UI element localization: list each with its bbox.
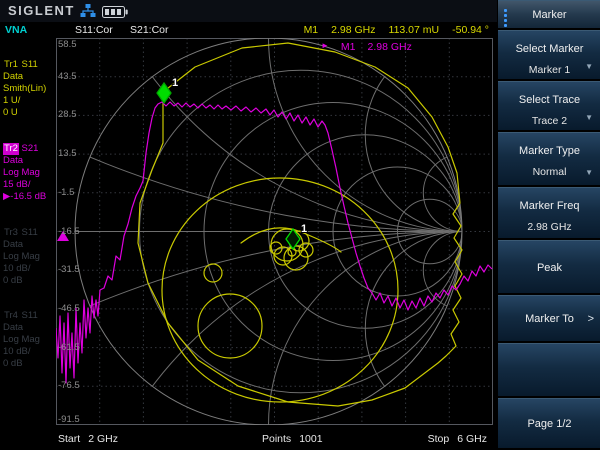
start-value: 2 GHz (88, 433, 118, 445)
trace-annotation-tr3: Tr3 S11DataLog Mag10 dB/0 dB (3, 227, 40, 287)
trace1-marker-phase: -50.94 ° (452, 24, 489, 36)
siglent-logo: SIGLENT (8, 3, 75, 18)
trace-id: Tr4 S11 (3, 310, 40, 322)
y-axis-label: 43.5 (58, 71, 77, 82)
dropdown-caret-icon: ▼ (585, 113, 593, 122)
trace-annotation-tr1[interactable]: Tr1 S11DataSmith(Lin)1 U/0 U (3, 59, 46, 119)
trace-setting: 0 U (3, 107, 46, 119)
trace-setting: Log Mag (3, 334, 40, 346)
trace-setting: 10 dB/ (3, 346, 40, 358)
trace-setting: Log Mag (3, 251, 40, 263)
menu-button-label (498, 344, 600, 365)
trace-annotation-tr4: Tr4 S11DataLog Mag10 dB/0 dB (3, 310, 40, 370)
sweep-points: Points 1001 (262, 433, 323, 445)
top-bar: SIGLENT (0, 0, 497, 22)
trace-setting: Log Mag (3, 167, 46, 179)
menu-dots-icon (504, 9, 507, 27)
y-axis-label: -16.5 (58, 226, 80, 237)
trace-setting: 1 U/ (3, 95, 46, 107)
trace1-marker-mag: 113.07 mU (389, 24, 440, 36)
trace1-marker-readout: M1 2.98 GHz 113.07 mU -50.94 ° (304, 24, 489, 36)
trace-setting: Data (3, 155, 46, 167)
plot-area: 11 58.543.528.513.5-1.5-16.5-31.5-46.5-6… (56, 38, 493, 425)
mode-label: VNA (5, 24, 27, 36)
y-axis-label: 13.5 (58, 148, 77, 159)
menu-button-label: Marker Freq (498, 188, 600, 212)
sweep-start: Start 2 GHz (58, 433, 118, 445)
menu-button-label: Select Trace (498, 82, 600, 106)
y-axis-label: -61.5 (58, 342, 80, 353)
submenu-arrow-icon: > (588, 313, 594, 325)
menu-button-label: Marker Type (498, 133, 600, 157)
trace-annotation-tr2[interactable]: Tr2 S21DataLog Mag15 dB/▶-16.5 dB (3, 143, 46, 203)
menu-button-marker-type[interactable]: Marker TypeNormal▼ (498, 132, 600, 187)
dropdown-caret-icon: ▼ (585, 62, 593, 71)
points-label: Points (262, 433, 291, 445)
menu-button-blank (498, 343, 600, 398)
y-axis-label: 28.5 (58, 109, 77, 120)
battery-icon (102, 5, 128, 23)
trace-setting: ▶-16.5 dB (3, 191, 46, 203)
points-value: 1001 (299, 433, 322, 445)
marker-number-label: 1 (172, 77, 178, 89)
y-axis-label: -91.5 (58, 414, 80, 425)
trace2-marker-freq: 2.98 GHz (368, 41, 412, 53)
trace-setting: Data (3, 239, 40, 251)
menu-button-label: Marker To (498, 296, 600, 325)
trace-id: Tr2 S21 (3, 143, 46, 155)
s11-correction-status: S11:Cor (75, 24, 113, 36)
y-axis-label: -31.5 (58, 264, 80, 275)
marker-number-label: 1 (301, 223, 307, 235)
softkey-menu: Marker Select MarkerMarker 1▼Select Trac… (497, 0, 600, 450)
menu-button-marker-to[interactable]: Marker To> (498, 295, 600, 343)
trace-setting: Data (3, 71, 46, 83)
menu-button-label: Peak (498, 241, 600, 274)
s21-correction-status: S21:Cor (130, 24, 169, 36)
trace2-marker-name: M1 (341, 41, 356, 53)
dropdown-caret-icon: ▼ (585, 168, 593, 177)
sweep-stop: Stop 6 GHz (428, 433, 487, 445)
menu-button-select-trace[interactable]: Select TraceTrace 2▼ (498, 81, 600, 132)
trace1-marker-freq: 2.98 GHz (331, 24, 375, 36)
stop-value: 6 GHz (457, 433, 487, 445)
menu-button-marker-freq[interactable]: Marker Freq2.98 GHz (498, 187, 600, 240)
trace1-marker-name: M1 (304, 24, 319, 36)
menu-button-label: Select Marker (498, 31, 600, 55)
trace-setting: 0 dB (3, 358, 40, 370)
menu-title-label: Marker (498, 1, 600, 21)
y-axis-label: -46.5 (58, 303, 80, 314)
graticule-svg: 11 (56, 38, 493, 425)
network-icon (80, 4, 96, 23)
menu-button-value: 2.98 GHz (498, 212, 600, 233)
menu-title: Marker (498, 0, 600, 30)
y-axis-label: -76.5 (58, 380, 80, 391)
trace-setting: Data (3, 322, 40, 334)
trace-id: Tr1 S11 (3, 59, 46, 71)
menu-button-page[interactable]: Page 1/2 (498, 398, 600, 450)
marker1-on-trace1[interactable]: 1 (286, 223, 307, 249)
trace-id: Tr3 S11 (3, 227, 40, 239)
trace-setting: Smith(Lin) (3, 83, 46, 95)
status-row: VNA S11:Cor S21:Cor M1 2.98 GHz 113.07 m… (0, 23, 497, 38)
trace-setting: 10 dB/ (3, 263, 40, 275)
stop-label: Stop (428, 433, 450, 445)
menu-button-label: Page 1/2 (498, 399, 600, 430)
y-axis-label: -1.5 (58, 187, 74, 198)
vna-screen: SIGLENT VNA S11:Cor S21:Cor M1 2 (0, 0, 600, 450)
trace-setting: 0 dB (3, 275, 40, 287)
menu-button-select-marker[interactable]: Select MarkerMarker 1▼ (498, 30, 600, 81)
sweep-info-row: Start 2 GHz Points 1001 Stop 6 GHz (0, 430, 497, 450)
menu-button-peak[interactable]: Peak (498, 240, 600, 295)
trace2-marker-arrow-icon: ► (321, 41, 329, 53)
start-label: Start (58, 433, 80, 445)
trace-setting: 15 dB/ (3, 179, 46, 191)
marker1-on-trace2[interactable]: 1 (157, 77, 178, 103)
y-axis-label: 58.5 (58, 39, 77, 50)
